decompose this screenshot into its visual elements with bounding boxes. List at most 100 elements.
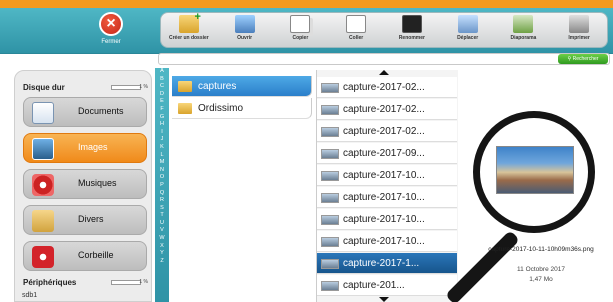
tool-label: Copier xyxy=(292,35,309,41)
image-thumbnail-icon xyxy=(321,105,339,115)
search-icon: ⚲ xyxy=(567,56,572,62)
preview-pane: capture-2017-10-11-10h09m36s.png 11 Octo… xyxy=(444,70,613,302)
scroll-down-arrow-icon[interactable] xyxy=(379,297,389,302)
alpha-letter[interactable]: R xyxy=(155,197,169,205)
sidebar-item-label: Musiques xyxy=(78,178,117,188)
alpha-letter[interactable]: P xyxy=(155,182,169,190)
toolbar: Créer un dossier Ouvrir Copier Coller Re… xyxy=(160,11,608,48)
file-item[interactable]: capture-2017-02... xyxy=(317,121,457,142)
file-item[interactable]: capture-201... xyxy=(317,275,457,296)
alpha-letter[interactable]: G xyxy=(155,114,169,122)
file-item[interactable]: capture-2017-09... xyxy=(317,143,457,164)
close-label: Fermer xyxy=(101,39,121,45)
alpha-letter[interactable]: E xyxy=(155,98,169,106)
alpha-letter[interactable]: L xyxy=(155,152,169,160)
alpha-letter[interactable]: Y xyxy=(155,250,169,258)
alpha-letter[interactable]: A xyxy=(155,68,169,76)
sidebar-item-documents[interactable]: Documents xyxy=(23,97,147,127)
image-thumbnail-icon xyxy=(321,171,339,181)
alpha-letter[interactable]: O xyxy=(155,174,169,182)
slideshow-icon xyxy=(513,15,534,33)
sidebar-item-divers[interactable]: Divers xyxy=(23,205,147,235)
file-item[interactable]: capture-2017-02... xyxy=(317,99,457,120)
copy-button[interactable]: Copier xyxy=(278,15,322,41)
image-thumbnail-icon xyxy=(321,193,339,203)
tool-label: Diaporama xyxy=(510,35,537,41)
paste-icon xyxy=(346,15,367,33)
slideshow-button[interactable]: Diaporama xyxy=(501,15,545,41)
alpha-letter[interactable]: J xyxy=(155,136,169,144)
tool-label: Renommer xyxy=(398,35,425,41)
sidebar-item-music[interactable]: Musiques xyxy=(23,169,147,199)
scroll-up-arrow-icon[interactable] xyxy=(379,70,389,75)
alpha-letter[interactable]: S xyxy=(155,205,169,213)
new-folder-icon xyxy=(178,11,201,33)
alpha-letter[interactable]: Z xyxy=(155,258,169,266)
images-icon xyxy=(32,138,54,160)
open-icon xyxy=(234,15,255,33)
alpha-letter[interactable]: Q xyxy=(155,190,169,198)
alpha-letter[interactable]: V xyxy=(155,227,169,235)
alpha-letter[interactable]: W xyxy=(155,235,169,243)
alpha-letter[interactable]: I xyxy=(155,129,169,137)
alpha-letter[interactable]: M xyxy=(155,159,169,167)
image-thumbnail-icon xyxy=(321,215,339,225)
alpha-letter[interactable]: X xyxy=(155,243,169,251)
search-button-label: Rechercher xyxy=(572,56,599,62)
image-thumbnail-icon xyxy=(321,237,339,247)
file-label: capture-2017-1... xyxy=(343,258,420,269)
disk-section-heading: Disque dur xyxy=(23,83,65,92)
divers-folder-icon xyxy=(32,210,54,232)
file-label: capture-2017-10... xyxy=(343,192,425,203)
file-label: capture-2017-02... xyxy=(343,104,425,115)
alpha-letter[interactable]: H xyxy=(155,121,169,129)
rename-button[interactable]: Renommer xyxy=(390,15,434,41)
image-thumbnail-icon xyxy=(321,281,339,291)
sidebar-item-trash[interactable]: Corbeille xyxy=(23,241,147,271)
alpha-letter[interactable]: C xyxy=(155,83,169,91)
search-input[interactable]: ⚲ Rechercher xyxy=(158,53,610,65)
file-label: capture-2017-10... xyxy=(343,214,425,225)
folder-icon xyxy=(178,103,192,114)
folder-label: Ordissimo xyxy=(198,103,244,114)
file-label: capture-2017-02... xyxy=(343,126,425,137)
alpha-letter[interactable]: U xyxy=(155,220,169,228)
image-thumbnail-icon xyxy=(321,149,339,159)
folder-item-ordissimo[interactable]: Ordissimo xyxy=(172,98,312,119)
folder-item-captures[interactable]: captures xyxy=(172,76,312,97)
device-item-sdb1[interactable]: sdb1 xyxy=(22,292,37,299)
music-icon xyxy=(32,174,54,196)
image-thumbnail-icon xyxy=(321,259,339,269)
sidebar-item-label: Divers xyxy=(78,214,104,224)
close-button[interactable]: × Fermer xyxy=(94,12,128,45)
file-item-selected[interactable]: capture-2017-1... xyxy=(317,253,457,274)
file-item[interactable]: capture-2017-10... xyxy=(317,231,457,252)
image-thumbnail-icon xyxy=(321,127,339,137)
sidebar-item-label: Documents xyxy=(78,106,124,116)
disk-capacity-pct: 1 % xyxy=(139,84,148,90)
preview-image[interactable] xyxy=(496,146,574,194)
file-item[interactable]: capture-2017-02... xyxy=(317,77,457,98)
alpha-letter[interactable]: F xyxy=(155,106,169,114)
search-button[interactable]: ⚲ Rechercher xyxy=(558,54,608,64)
alpha-letter[interactable]: K xyxy=(155,144,169,152)
print-icon xyxy=(569,15,590,33)
file-item[interactable]: capture-2017-10... xyxy=(317,209,457,230)
magnifier-icon xyxy=(473,111,595,233)
paste-button[interactable]: Coller xyxy=(334,15,378,41)
new-folder-button[interactable]: Créer un dossier xyxy=(167,11,211,41)
alpha-letter[interactable]: D xyxy=(155,91,169,99)
folder-list: captures Ordissimo xyxy=(170,70,315,302)
file-item[interactable]: capture-2017-10... xyxy=(317,187,457,208)
alpha-letter[interactable]: B xyxy=(155,76,169,84)
file-item[interactable]: capture-2017-10... xyxy=(317,165,457,186)
print-button[interactable]: Imprimer xyxy=(557,15,601,41)
tool-label: Créer un dossier xyxy=(169,35,209,41)
file-list: capture-2017-02... capture-2017-02... ca… xyxy=(316,70,458,302)
sidebar-item-images[interactable]: Images xyxy=(23,133,147,163)
open-button[interactable]: Ouvrir xyxy=(223,15,267,41)
move-button[interactable]: Déplacer xyxy=(446,15,490,41)
tool-label: Ouvrir xyxy=(237,35,253,41)
alpha-letter[interactable]: T xyxy=(155,212,169,220)
alpha-letter[interactable]: N xyxy=(155,167,169,175)
